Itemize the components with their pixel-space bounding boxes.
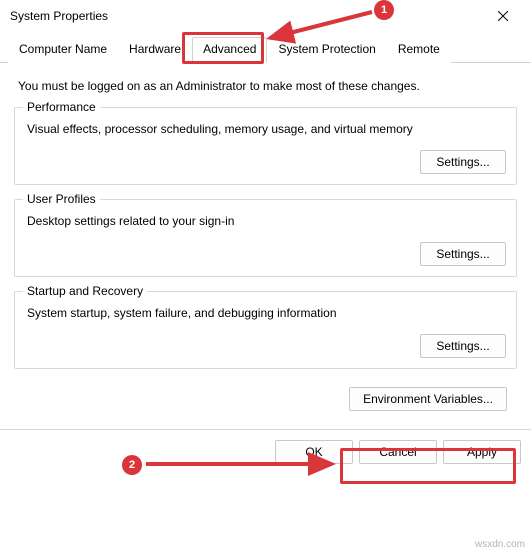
- group-user-profiles: User Profiles Desktop settings related t…: [14, 199, 517, 277]
- user-profiles-settings-button[interactable]: Settings...: [420, 242, 506, 266]
- annotation-highlight-advanced: [182, 32, 264, 64]
- tab-computer-name[interactable]: Computer Name: [8, 37, 118, 63]
- environment-variables-button[interactable]: Environment Variables...: [349, 387, 507, 411]
- env-row: Environment Variables...: [14, 383, 517, 419]
- close-button[interactable]: [483, 1, 523, 31]
- annotation-arrow-1: [264, 4, 384, 44]
- group-performance-btnrow: Settings...: [25, 150, 506, 174]
- group-user-profiles-btnrow: Settings...: [25, 242, 506, 266]
- group-startup-recovery-desc: System startup, system failure, and debu…: [27, 306, 506, 320]
- group-performance-desc: Visual effects, processor scheduling, me…: [27, 122, 506, 136]
- group-startup-recovery-title: Startup and Recovery: [23, 284, 147, 298]
- group-user-profiles-title: User Profiles: [23, 192, 100, 206]
- group-startup-recovery: Startup and Recovery System startup, sys…: [14, 291, 517, 369]
- group-performance: Performance Visual effects, processor sc…: [14, 107, 517, 185]
- group-performance-title: Performance: [23, 100, 100, 114]
- group-startup-recovery-btnrow: Settings...: [25, 334, 506, 358]
- window-title: System Properties: [10, 9, 483, 23]
- close-icon: [498, 11, 508, 21]
- startup-recovery-settings-button[interactable]: Settings...: [420, 334, 506, 358]
- intro-text: You must be logged on as an Administrato…: [18, 79, 517, 93]
- tab-remote[interactable]: Remote: [387, 37, 451, 63]
- group-user-profiles-desc: Desktop settings related to your sign-in: [27, 214, 506, 228]
- performance-settings-button[interactable]: Settings...: [420, 150, 506, 174]
- annotation-highlight-env: [340, 448, 516, 484]
- tab-content: You must be logged on as an Administrato…: [0, 63, 531, 429]
- annotation-badge-2: 2: [122, 455, 142, 475]
- tab-hardware[interactable]: Hardware: [118, 37, 192, 63]
- annotation-arrow-2: [140, 448, 340, 478]
- watermark: wsxdn.com: [475, 539, 525, 550]
- annotation-badge-1: 1: [374, 0, 394, 20]
